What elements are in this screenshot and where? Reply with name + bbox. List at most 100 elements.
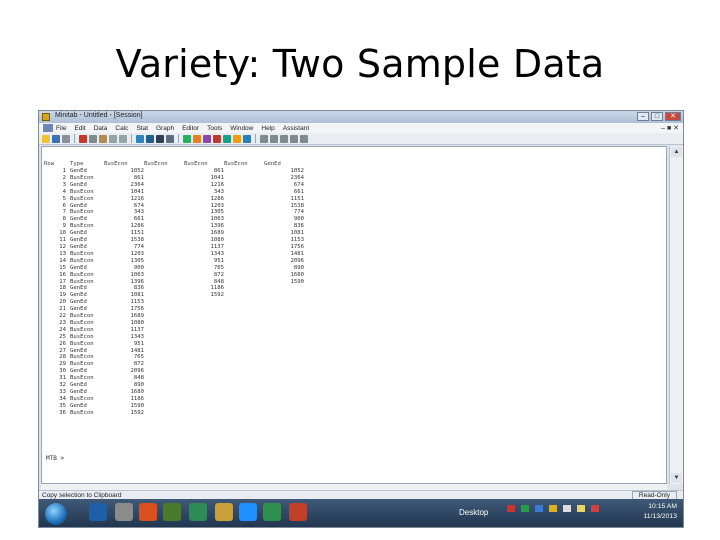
table-cell <box>224 320 264 327</box>
table-cell: 765 <box>213 264 224 271</box>
crosshairs-icon[interactable] <box>290 134 298 143</box>
stat-icon[interactable] <box>260 134 268 143</box>
open-project-icon[interactable] <box>42 134 50 143</box>
table-cell <box>224 182 264 189</box>
menu-tools[interactable]: Tools <box>207 125 222 132</box>
undo-icon[interactable] <box>109 134 117 143</box>
graph-icon[interactable] <box>270 134 278 143</box>
table-cell: GenEd <box>70 181 87 188</box>
table-cell: 30 <box>59 368 66 375</box>
scroll-down-icon[interactable]: ▼ <box>671 473 682 483</box>
tray-icon[interactable] <box>591 505 599 512</box>
table-cell <box>224 196 264 203</box>
edit-last-dialog-icon[interactable] <box>136 134 144 143</box>
scroll-up-icon[interactable]: ▲ <box>671 147 682 157</box>
report-icon[interactable] <box>213 134 221 143</box>
cut-icon[interactable] <box>79 134 87 143</box>
window-title: Minitab - Untitled - [Session] <box>55 112 143 119</box>
chrome-taskbar-icon[interactable] <box>139 503 157 521</box>
table-cell: GenEd <box>70 299 87 306</box>
table-cell <box>144 403 184 410</box>
volume-icon[interactable] <box>563 505 571 512</box>
table-cell <box>224 313 264 320</box>
menu-file[interactable]: File <box>56 125 66 132</box>
save-project-icon[interactable] <box>52 134 60 143</box>
powerpoint-taskbar-icon[interactable] <box>289 503 307 521</box>
table-cell: 33 <box>59 389 66 395</box>
window-titlebar[interactable]: Minitab - Untitled - [Session] – □ ✕ <box>39 111 683 123</box>
menu-data[interactable]: Data <box>94 125 108 132</box>
table-cell <box>224 258 264 265</box>
table-cell: 861 <box>133 174 144 181</box>
minimize-button[interactable]: – <box>637 112 649 121</box>
tray-icon[interactable] <box>507 505 515 512</box>
session-icon[interactable] <box>183 134 191 143</box>
table-cell <box>224 175 264 182</box>
zoom-icon[interactable] <box>300 134 308 143</box>
session-window[interactable]: Row Type BusEcon BusEcon BusEcon BusEcon… <box>41 146 667 484</box>
menu-window[interactable]: Window <box>230 125 253 132</box>
taskbar-clock[interactable]: 10:15 AM 11/13/2013 <box>643 502 677 522</box>
table-row: 14 BusEcon 1305 951 2096 <box>44 258 304 265</box>
table-cell <box>184 334 224 341</box>
word-taskbar-icon[interactable] <box>89 503 107 521</box>
print-icon[interactable] <box>62 134 70 143</box>
graph-folder-icon[interactable] <box>203 134 211 143</box>
data-window-icon[interactable] <box>243 134 251 143</box>
table-cell: 836 <box>293 223 304 230</box>
menu-help[interactable]: Help <box>261 125 274 132</box>
paste-icon[interactable] <box>99 134 107 143</box>
table-cell: GenEd <box>70 402 87 409</box>
info-icon[interactable] <box>146 134 154 143</box>
mtb-prompt[interactable]: MTB > <box>46 455 64 462</box>
start-button[interactable] <box>45 503 67 525</box>
table-cell: 1286 <box>130 223 144 230</box>
worksheet-icon[interactable] <box>193 134 201 143</box>
table-cell: 34 <box>59 395 66 402</box>
internet-explorer-taskbar-icon[interactable] <box>239 503 257 521</box>
menu-editor[interactable]: Editor <box>182 125 199 132</box>
menu-calc[interactable]: Calc <box>115 125 128 132</box>
menu-stat[interactable]: Stat <box>136 125 148 132</box>
menu-graph[interactable]: Graph <box>156 125 174 132</box>
table-cell: BusEcon <box>70 354 94 361</box>
vertical-scrollbar[interactable]: ▲ ▼ <box>669 146 683 484</box>
table-body: 1 GenEd 1052 861 1052 2 BusEcon 861 1041 2364 3 Gen… <box>44 168 304 417</box>
explorer-taskbar-icon[interactable] <box>115 503 133 521</box>
maximize-button[interactable]: □ <box>651 112 663 121</box>
table-cell <box>264 403 304 410</box>
table-cell <box>264 389 304 396</box>
table-cell: GenEd <box>70 306 87 313</box>
table-row: 24 BusEcon 1137 <box>44 327 304 334</box>
menu-assistant[interactable]: Assistant <box>283 125 309 132</box>
table-cell: 14 <box>59 257 66 264</box>
table-cell: 2096 <box>130 368 144 375</box>
brush-icon[interactable] <box>280 134 288 143</box>
tray-icon[interactable] <box>549 505 557 512</box>
menu-edit[interactable]: Edit <box>74 125 85 132</box>
redo-icon[interactable] <box>119 134 127 143</box>
table-cell: 1680 <box>290 271 304 278</box>
excel-taskbar-icon[interactable] <box>189 503 207 521</box>
session-window-icon[interactable] <box>43 124 53 132</box>
folder-taskbar-icon[interactable] <box>215 503 233 521</box>
project-manager-icon[interactable] <box>223 134 231 143</box>
minitab-taskbar-icon[interactable] <box>263 503 281 521</box>
table-cell: 1592 <box>130 409 144 416</box>
mail-taskbar-icon[interactable] <box>163 503 181 521</box>
binoculars-icon[interactable] <box>156 134 164 143</box>
copy-icon[interactable] <box>89 134 97 143</box>
desktop-toolbar-label[interactable]: Desktop <box>459 508 488 517</box>
column-header: BusEcon <box>224 160 248 167</box>
table-cell: 26 <box>59 340 66 347</box>
find-next-icon[interactable] <box>166 134 174 143</box>
table-cell: BusEcon <box>70 319 94 326</box>
tray-icon[interactable] <box>535 505 543 512</box>
table-cell: 1137 <box>210 243 224 250</box>
tray-icon[interactable] <box>521 505 529 512</box>
tray-icon[interactable] <box>577 505 585 512</box>
table-cell <box>144 175 184 182</box>
child-window-controls[interactable]: – ■ ✕ <box>661 124 679 132</box>
history-icon[interactable] <box>233 134 241 143</box>
close-button[interactable]: ✕ <box>665 112 681 121</box>
